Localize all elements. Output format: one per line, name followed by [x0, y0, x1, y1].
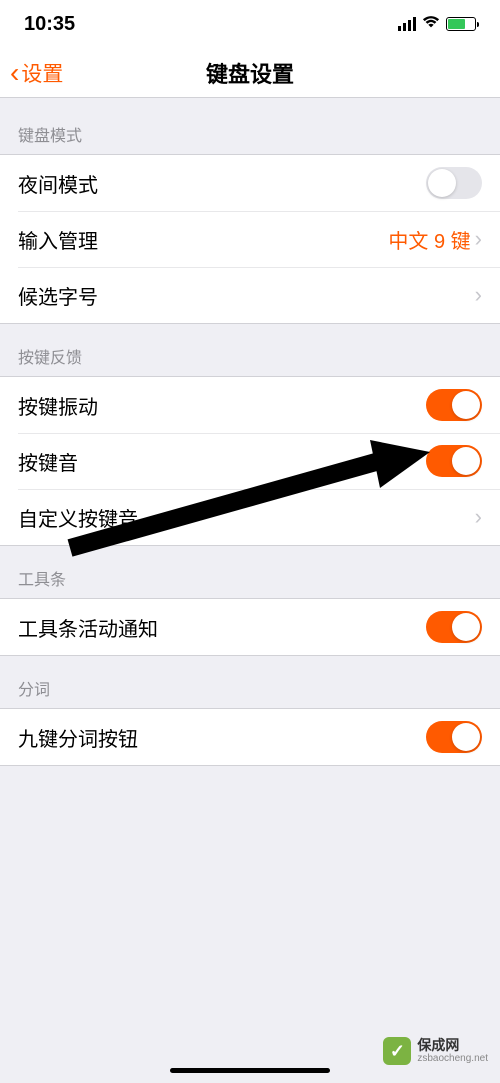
row-key-sound[interactable]: 按键音	[0, 433, 500, 489]
section-header-toolbar: 工具条	[0, 546, 500, 598]
watermark: ✓ 保成网 zsbaocheng.net	[383, 1037, 488, 1065]
row-input-mgmt[interactable]: 输入管理 中文 9 键 ›	[0, 211, 500, 267]
section-header-feedback: 按键反馈	[0, 324, 500, 376]
wifi-icon	[422, 15, 440, 34]
watermark-title: 保成网	[417, 1038, 488, 1053]
status-icons	[398, 15, 476, 34]
watermark-logo-icon: ✓	[383, 1037, 411, 1065]
row-custom-sound[interactable]: 自定义按键音 ›	[0, 489, 500, 545]
nine-key-segment-toggle[interactable]	[426, 721, 482, 753]
row-key-vibrate[interactable]: 按键振动	[0, 377, 500, 433]
night-mode-toggle[interactable]	[426, 167, 482, 199]
section-header-segment: 分词	[0, 656, 500, 708]
row-label: 输入管理	[18, 225, 388, 254]
chevron-right-icon: ›	[475, 504, 482, 530]
row-toolbar-notify[interactable]: 工具条活动通知	[0, 599, 500, 655]
group-toolbar: 工具条活动通知	[0, 598, 500, 656]
group-mode: 夜间模式 输入管理 中文 9 键 › 候选字号 ›	[0, 154, 500, 324]
row-nine-key-segment[interactable]: 九键分词按钮	[0, 709, 500, 765]
status-time: 10:35	[24, 13, 75, 36]
signal-icon	[398, 17, 416, 31]
row-label: 按键振动	[18, 391, 426, 420]
key-sound-toggle[interactable]	[426, 445, 482, 477]
section-header-mode: 键盘模式	[0, 98, 500, 154]
battery-icon	[446, 17, 476, 31]
row-label: 工具条活动通知	[18, 613, 426, 642]
row-label: 九键分词按钮	[18, 723, 426, 752]
chevron-right-icon: ›	[475, 282, 482, 308]
row-label: 按键音	[18, 447, 426, 476]
status-bar: 10:35	[0, 0, 500, 48]
watermark-url: zsbaocheng.net	[417, 1053, 488, 1064]
toolbar-notify-toggle[interactable]	[426, 611, 482, 643]
key-vibrate-toggle[interactable]	[426, 389, 482, 421]
row-label: 候选字号	[18, 281, 475, 310]
row-label: 自定义按键音	[18, 503, 475, 532]
back-label: 设置	[21, 58, 63, 88]
back-button[interactable]: ‹ 设置	[0, 58, 63, 88]
chevron-right-icon: ›	[475, 226, 482, 252]
page-title: 键盘设置	[0, 57, 500, 89]
row-value: 中文 9 键	[388, 225, 470, 254]
home-indicator	[170, 1068, 330, 1073]
row-candidate-size[interactable]: 候选字号 ›	[0, 267, 500, 323]
row-night-mode[interactable]: 夜间模式	[0, 155, 500, 211]
nav-bar: ‹ 设置 键盘设置	[0, 48, 500, 98]
row-label: 夜间模式	[18, 169, 426, 198]
group-feedback: 按键振动 按键音 自定义按键音 ›	[0, 376, 500, 546]
chevron-left-icon: ‹	[10, 59, 19, 87]
group-segment: 九键分词按钮	[0, 708, 500, 766]
